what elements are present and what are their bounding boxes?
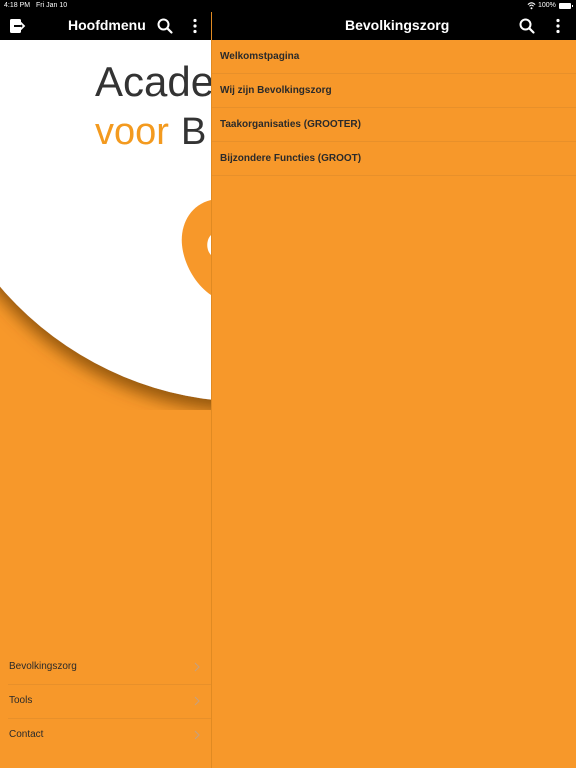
search-icon[interactable] <box>518 17 536 35</box>
logo-text-line2b: B <box>181 111 206 153</box>
menu-item-label: Contact <box>9 729 44 740</box>
list-item-taakorganisaties[interactable]: Taakorganisaties (GROOTER) <box>212 108 576 142</box>
list-item-wij-zijn-bevolkingszorg[interactable]: Wij zijn Bevolkingszorg <box>212 74 576 108</box>
main-menu-pane: Hoofdmenu Acade voor B Bevolkingszorg To… <box>0 12 211 768</box>
detail-title: Bevolkingszorg <box>345 17 450 33</box>
academy-logo: Acade voor B <box>0 40 211 400</box>
status-bar: 4:18 PM Fri Jan 10 100% <box>0 0 576 12</box>
wifi-icon <box>527 2 536 10</box>
detail-toolbar: Bevolkingszorg <box>212 12 576 40</box>
detail-list: Welkomstpagina Wij zijn Bevolkingszorg T… <box>212 40 576 176</box>
detail-pane: Bevolkingszorg Welkomstpagina Wij zijn B… <box>212 12 576 768</box>
chevron-right-icon <box>194 662 200 672</box>
more-vertical-icon[interactable] <box>549 17 567 35</box>
more-vertical-icon[interactable] <box>186 17 204 35</box>
list-item-label: Taakorganisaties (GROOTER) <box>220 119 361 130</box>
menu-item-tools[interactable]: Tools <box>8 685 211 719</box>
battery-percentage: 100% <box>538 2 556 9</box>
battery-icon <box>559 3 573 9</box>
list-item-label: Bijzondere Functies (GROOT) <box>220 153 362 164</box>
main-menu-list: Bevolkingszorg Tools Contact <box>0 651 211 753</box>
main-menu-toolbar: Hoofdmenu <box>0 12 211 40</box>
chevron-right-icon <box>194 730 200 740</box>
menu-item-contact[interactable]: Contact <box>8 719 211 753</box>
logo-text-line2a: voor <box>95 111 169 153</box>
logo-text-line1: Acade <box>95 58 211 105</box>
search-icon[interactable] <box>156 17 174 35</box>
list-item-bijzondere-functies[interactable]: Bijzondere Functies (GROOT) <box>212 142 576 176</box>
menu-item-label: Bevolkingszorg <box>9 661 77 672</box>
chevron-right-icon <box>194 696 200 706</box>
main-menu-title: Hoofdmenu <box>68 17 146 33</box>
menu-item-bevolkingszorg[interactable]: Bevolkingszorg <box>8 651 211 685</box>
list-item-label: Wij zijn Bevolkingszorg <box>220 85 332 96</box>
list-item-welkomstpagina[interactable]: Welkomstpagina <box>212 40 576 74</box>
list-item-label: Welkomstpagina <box>220 51 300 62</box>
menu-item-label: Tools <box>9 695 33 706</box>
exit-icon[interactable] <box>8 17 26 35</box>
status-date: Fri Jan 10 <box>36 2 68 9</box>
status-time: 4:18 PM <box>4 2 31 9</box>
